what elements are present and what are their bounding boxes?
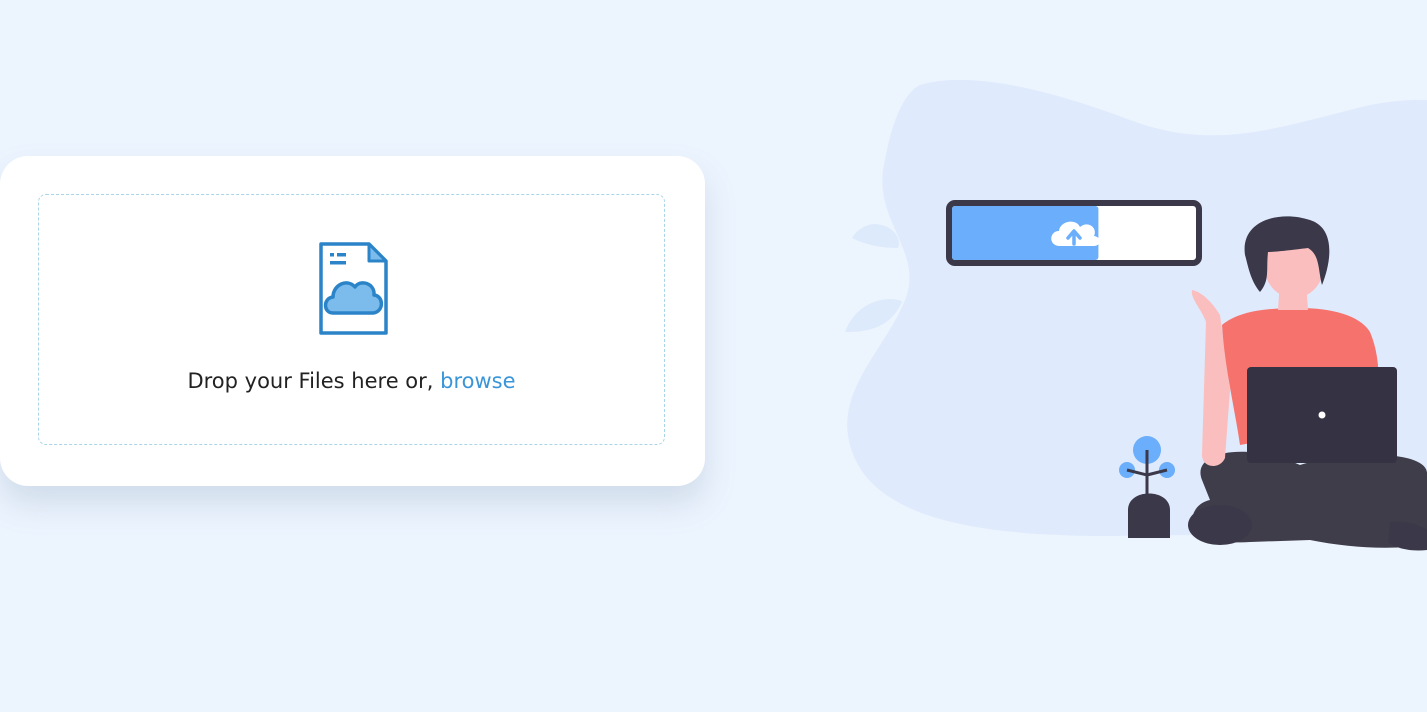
cloud-file-icon	[319, 242, 388, 335]
file-drop-zone[interactable]: Drop your Files here or, browse	[38, 194, 665, 445]
drop-instructions: Drop your Files here or, browse	[39, 369, 664, 393]
upload-card: Drop your Files here or, browse	[0, 156, 705, 486]
leaf-icon	[845, 224, 902, 332]
drop-prompt: Drop your Files here or,	[187, 369, 434, 393]
upload-page: Drop your Files here or, browse	[0, 0, 1427, 712]
upload-progress-bar	[946, 200, 1202, 266]
browse-link[interactable]: browse	[440, 369, 515, 393]
upload-illustration	[845, 79, 1427, 551]
